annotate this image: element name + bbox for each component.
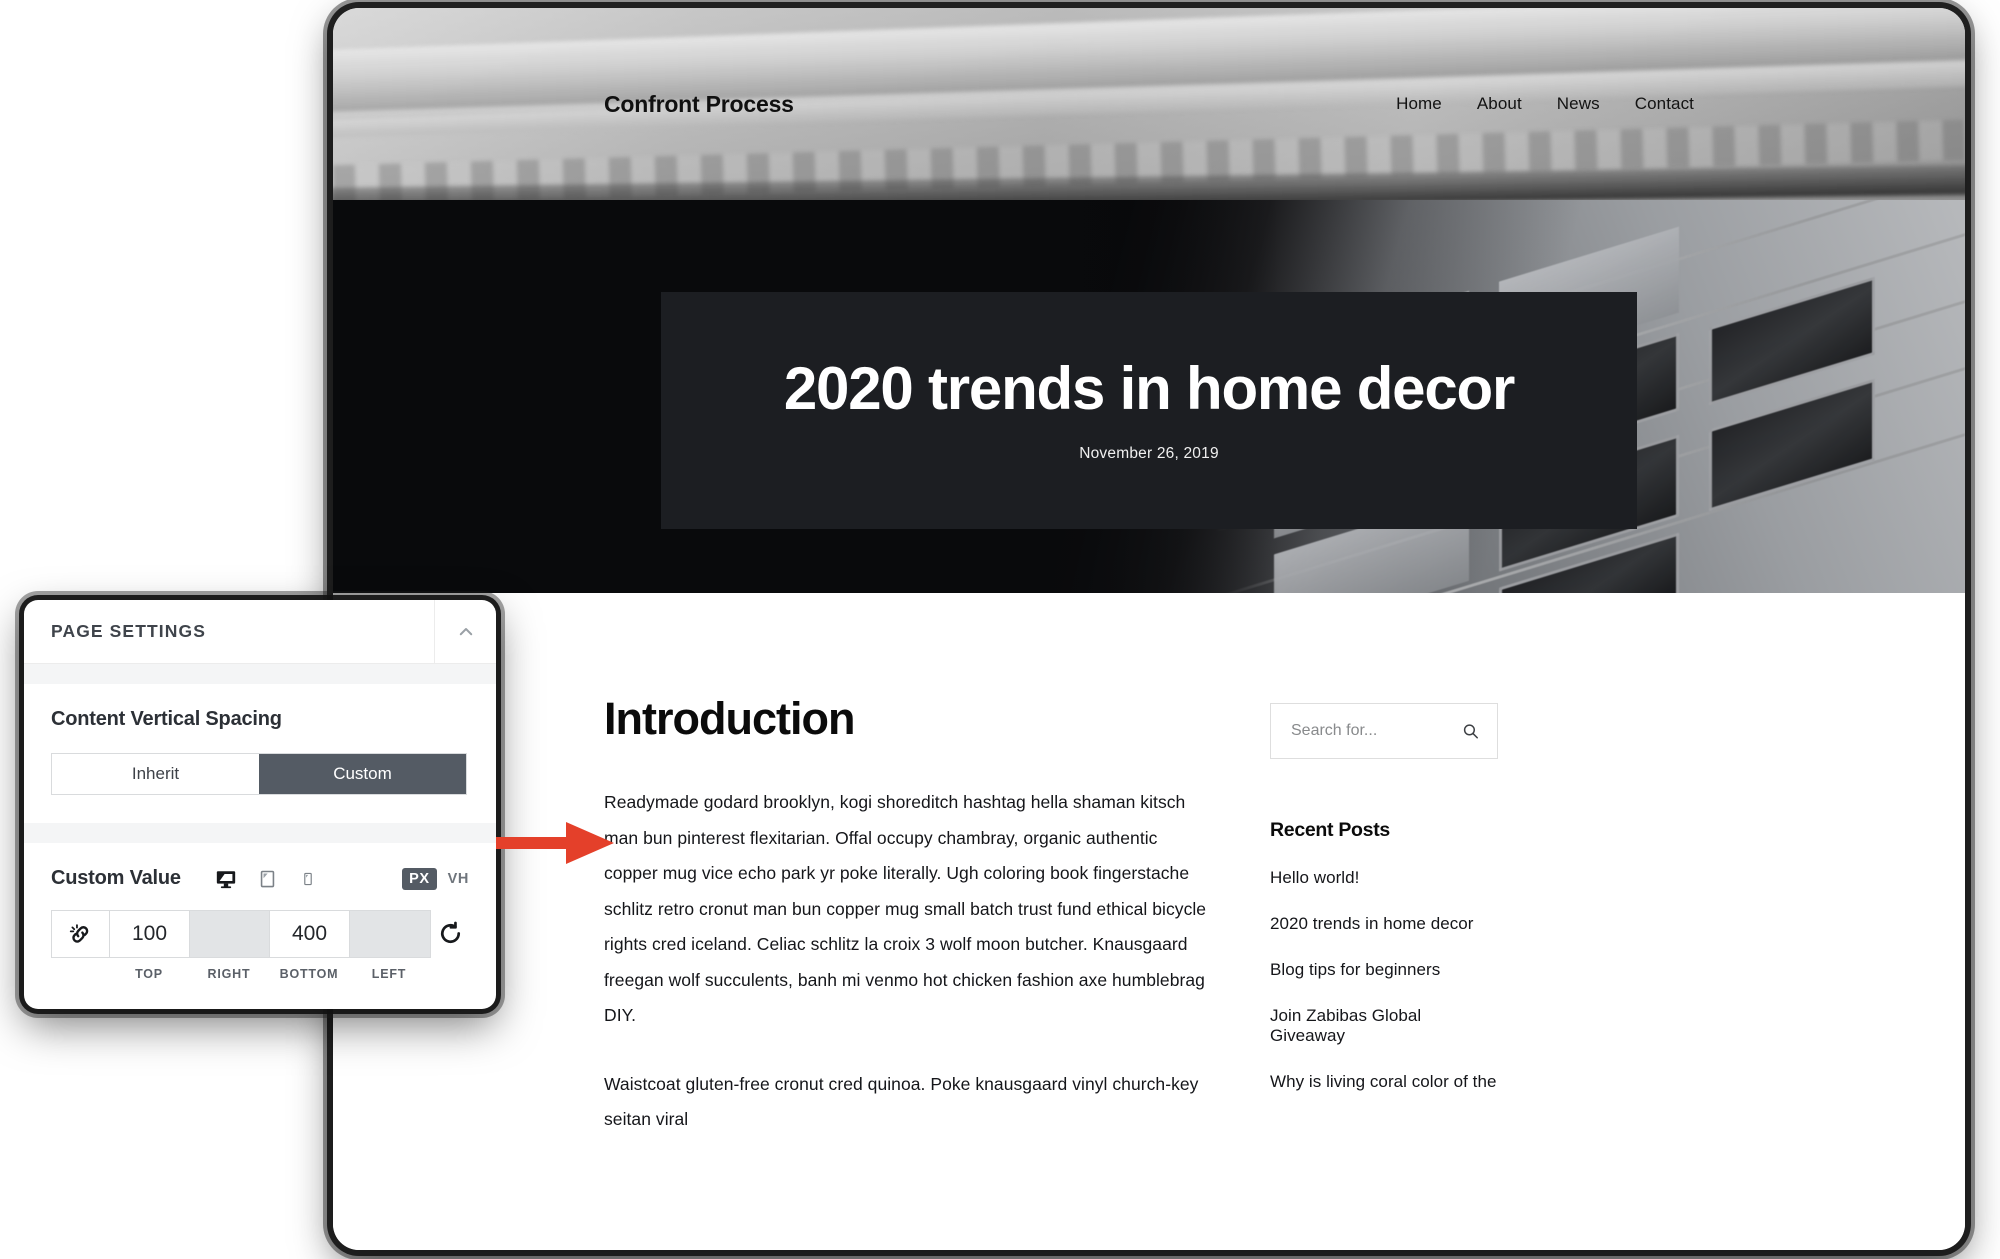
list-item[interactable]: Hello world! [1270,868,1498,888]
spacing-value-right[interactable] [190,911,269,957]
panel-title: PAGE SETTINGS [51,621,206,641]
panel-divider [24,664,496,684]
panel-collapse-button[interactable] [434,600,496,663]
list-item[interactable]: Blog tips for beginners [1270,960,1498,980]
spacing-input-bottom[interactable] [270,911,350,957]
custom-value-section: Custom Value PX VH 100 400 TOP RIGHT BOT… [24,843,496,1009]
panel-header: PAGE SETTINGS [24,600,496,664]
list-item[interactable]: Join Zabibas Global Giveaway [1270,1006,1498,1046]
article-column: Introduction Readymade godard brooklyn, … [604,693,1208,1250]
toggle-option-custom[interactable]: Custom [259,754,466,794]
list-item[interactable]: Why is living coral color of the [1270,1072,1498,1092]
spacing-input-left[interactable] [350,911,430,957]
recent-posts-list: Hello world! 2020 trends in home decor B… [1270,868,1498,1092]
chevron-up-icon [457,623,475,641]
nav-item-home[interactable]: Home [1396,94,1442,114]
spacing-input-top[interactable] [110,911,190,957]
browser-window: Confront Process Home About News Contact [333,8,1965,1250]
spacing-input-right[interactable] [190,911,270,957]
hero-title: 2020 trends in home decor [783,354,1515,422]
nav-item-about[interactable]: About [1477,94,1522,114]
list-item[interactable]: 2020 trends in home decor [1270,914,1498,934]
mobile-icon[interactable] [301,868,323,890]
content-vertical-spacing-toggle: Inherit Custom [51,753,467,795]
article-heading: Introduction [604,693,855,744]
sidebar-column: Recent Posts Hello world! 2020 trends in… [1270,693,1498,1250]
article-body: Introduction Readymade godard brooklyn, … [333,593,1965,1250]
unit-vh[interactable]: VH [448,871,469,887]
legend-left: LEFT [371,967,407,981]
hero-title-card: 2020 trends in home decor November 26, 2… [661,292,1637,529]
article-paragraph-1: Readymade godard brooklyn, kogi shoredit… [604,792,1207,1026]
page-settings-panel: PAGE SETTINGS Content Vertical Spacing I… [24,600,496,1009]
unlink-icon[interactable] [52,911,110,957]
unit-px[interactable]: PX [402,867,437,890]
nav-item-contact[interactable]: Contact [1635,94,1694,114]
tablet-icon[interactable] [258,868,280,890]
spacing-legend: TOP RIGHT BOTTOM LEFT [51,967,431,981]
spacing-value-bottom[interactable] [270,911,349,957]
recent-post-link[interactable]: Blog tips for beginners [1270,960,1440,979]
reset-icon[interactable] [431,910,469,956]
legend-bottom: BOTTOM [279,967,339,981]
custom-value-label: Custom Value [51,867,181,889]
annotation-arrow-right [496,818,614,868]
toggle-option-inherit[interactable]: Inherit [52,754,259,794]
recent-post-link[interactable]: Join Zabibas Global Giveaway [1270,1006,1421,1045]
recent-post-link[interactable]: 2020 trends in home decor [1270,914,1474,933]
hero-date: November 26, 2019 [1079,444,1219,462]
spacing-fields-group [51,910,431,958]
recent-post-link[interactable]: Why is living coral color of the [1270,1072,1496,1091]
device-breakpoint-switcher [215,868,323,890]
legend-top: TOP [135,967,163,981]
spacing-value-top[interactable] [110,911,189,957]
content-vertical-spacing-label: Content Vertical Spacing [51,708,282,730]
site-header: Confront Process Home About News Contact [333,8,1965,200]
search-box[interactable] [1270,703,1498,759]
site-logo[interactable]: Confront Process [604,91,794,118]
site-nav: Home About News Contact [1396,94,1694,114]
recent-posts-title: Recent Posts [1270,819,1390,841]
unit-switcher: PX VH [402,867,469,890]
nav-item-news[interactable]: News [1557,94,1600,114]
recent-post-link[interactable]: Hello world! [1270,868,1359,887]
legend-right: RIGHT [207,967,251,981]
hero-section: 2020 trends in home decor November 26, 2… [333,200,1965,593]
search-input[interactable] [1291,722,1477,740]
desktop-icon[interactable] [215,868,237,890]
article-paragraph-2: Waistcoat gluten-free cronut cred quinoa… [604,1073,1199,1130]
content-vertical-spacing-section: Content Vertical Spacing Inherit Custom [24,684,496,823]
screenshot-stage: Confront Process Home About News Contact [0,0,2000,1259]
search-icon[interactable] [1462,723,1479,740]
spacing-value-left[interactable] [350,911,430,957]
panel-divider-2 [24,823,496,843]
